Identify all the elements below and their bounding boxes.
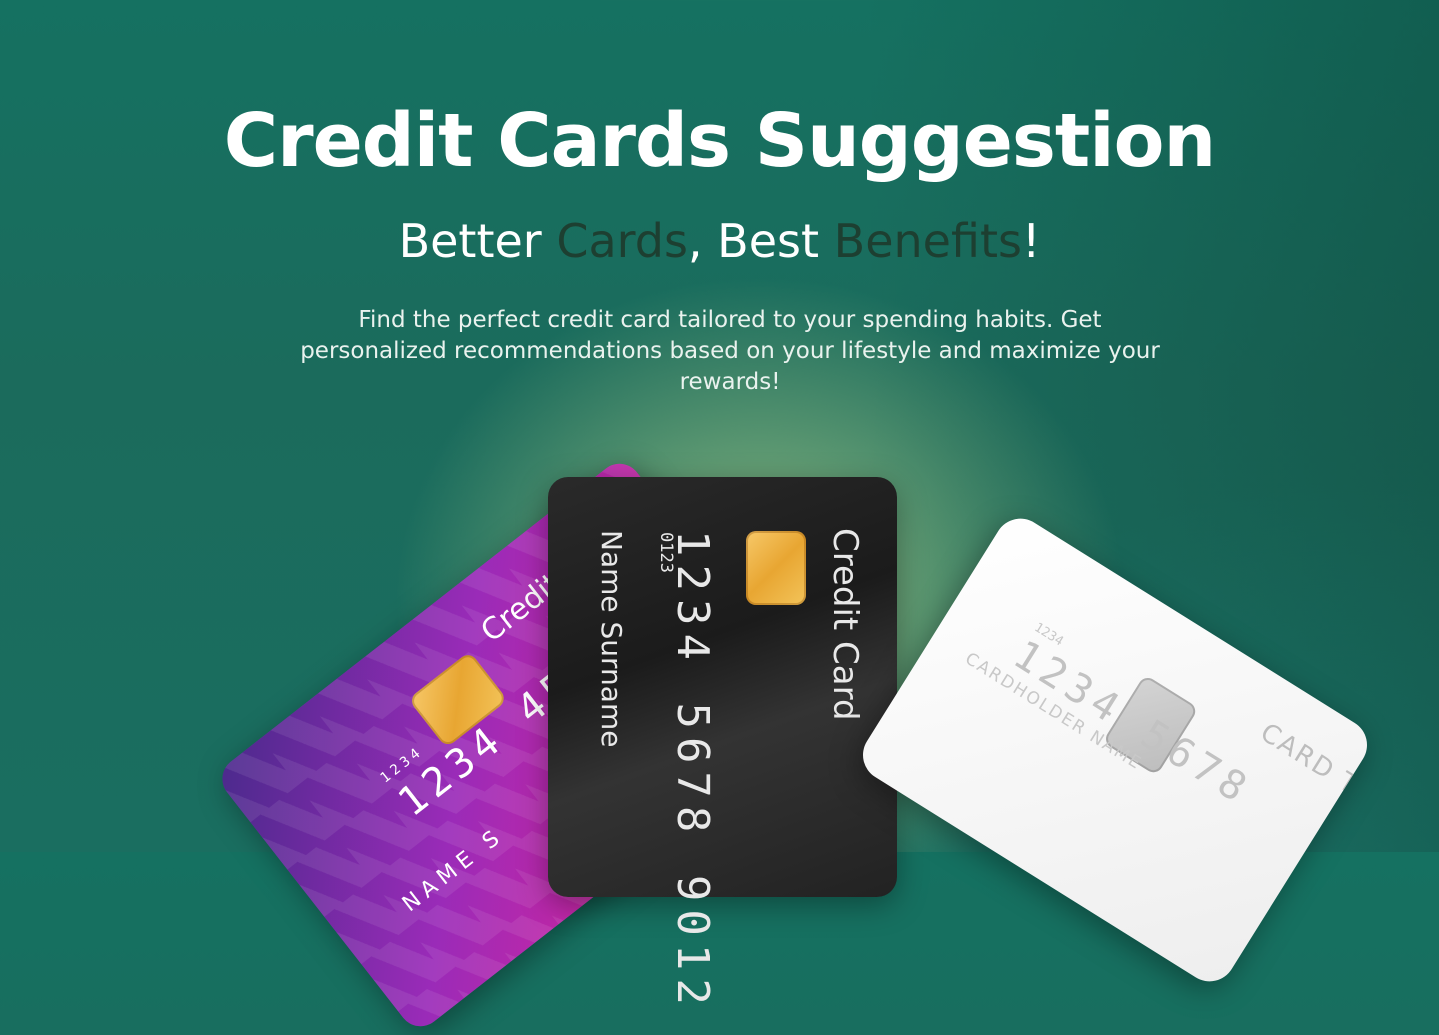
black-card-name: Name Surname xyxy=(595,530,628,748)
page-title: Credit Cards Suggestion xyxy=(223,98,1216,184)
card-type: CARD TYPE xyxy=(1254,717,1377,831)
page-subtitle: Better Cards, Best Benefits! xyxy=(0,214,1439,268)
subtitle-highlight-cards: Cards xyxy=(556,214,688,268)
subtitle-part-2: , Best xyxy=(687,214,834,268)
white-credit-card-image: CARD TYPE 1234 1234 5678 CARDHOLDER NAME xyxy=(853,508,1377,992)
hero-description: Find the perfect credit card tailored to… xyxy=(300,307,1160,395)
card-name: NAME S xyxy=(397,822,510,918)
subtitle-part-1: Better xyxy=(398,214,557,268)
card-number: 1234 5678 xyxy=(1005,631,1260,815)
black-card-small-number: 0123 xyxy=(656,532,676,573)
black-card-number: 1234 5678 9012 xyxy=(667,530,718,1013)
black-card-label: Credit Card xyxy=(825,528,865,721)
chip-icon xyxy=(746,531,806,605)
subtitle-highlight-benefits: Benefits xyxy=(833,214,1022,268)
subtitle-part-3: ! xyxy=(1021,214,1041,268)
